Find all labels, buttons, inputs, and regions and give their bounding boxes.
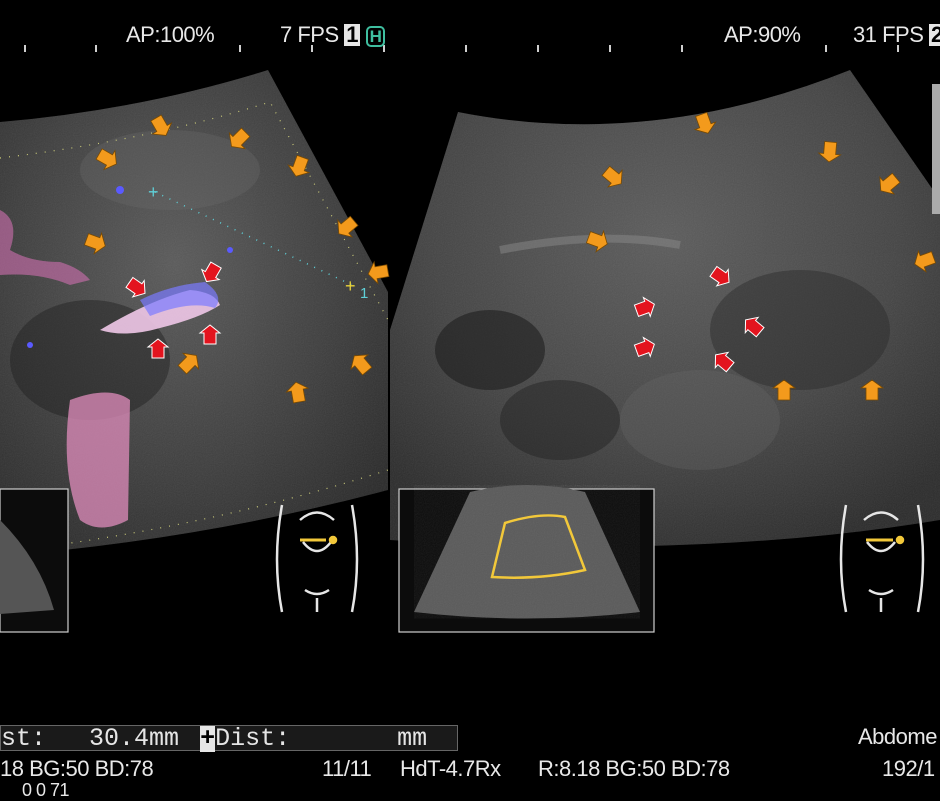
exam-label: Abdome [858, 724, 937, 749]
left-frame-badge: 1 [344, 22, 361, 47]
left-body-marker-icon [275, 504, 359, 613]
left-params: 18 BG:50 BD:78 [0, 756, 154, 781]
ultrasound-scene: + + [0, 45, 940, 633]
plus-icon: + [200, 724, 216, 753]
bottom-partial-text: 0 0 71 [22, 780, 70, 800]
measurement-bar: st: 30.4mm +Dist: mm [0, 724, 458, 753]
probe-name: HdT-4.7Rx [400, 756, 501, 781]
left-ap-readout: AP:100% [126, 22, 215, 47]
left-fps-readout: 7 FPS 1 H [280, 22, 386, 48]
right-ap-readout: AP:90% [724, 22, 801, 47]
right-frame-count: 192/1 [882, 756, 935, 781]
svg-text:+: + [148, 182, 159, 202]
h-mode-badge: H [365, 26, 386, 47]
dist2-unit: mm [397, 724, 428, 753]
left-ultrasound-image: + + [0, 70, 389, 556]
right-fps: 31 FPS [853, 22, 924, 47]
dist-value: 30.4mm [89, 724, 180, 753]
right-frame-badge: 2 [929, 24, 940, 46]
dist-label: st: [1, 724, 47, 753]
left-thumbnail [0, 488, 69, 633]
svg-text:+: + [345, 276, 356, 296]
left-fps: 7 FPS [280, 22, 339, 47]
dist2-label: Dist: [215, 724, 291, 753]
right-thumbnail [398, 485, 655, 633]
caliper-number: 1 [360, 285, 368, 302]
right-params: R:8.18 BG:50 BD:78 [538, 756, 730, 781]
grayscale-bar [932, 84, 940, 214]
right-ultrasound-image [390, 70, 940, 547]
frame-count: 11/11 [322, 756, 372, 781]
right-fps-readout: 31 FPS 2 [853, 22, 940, 48]
